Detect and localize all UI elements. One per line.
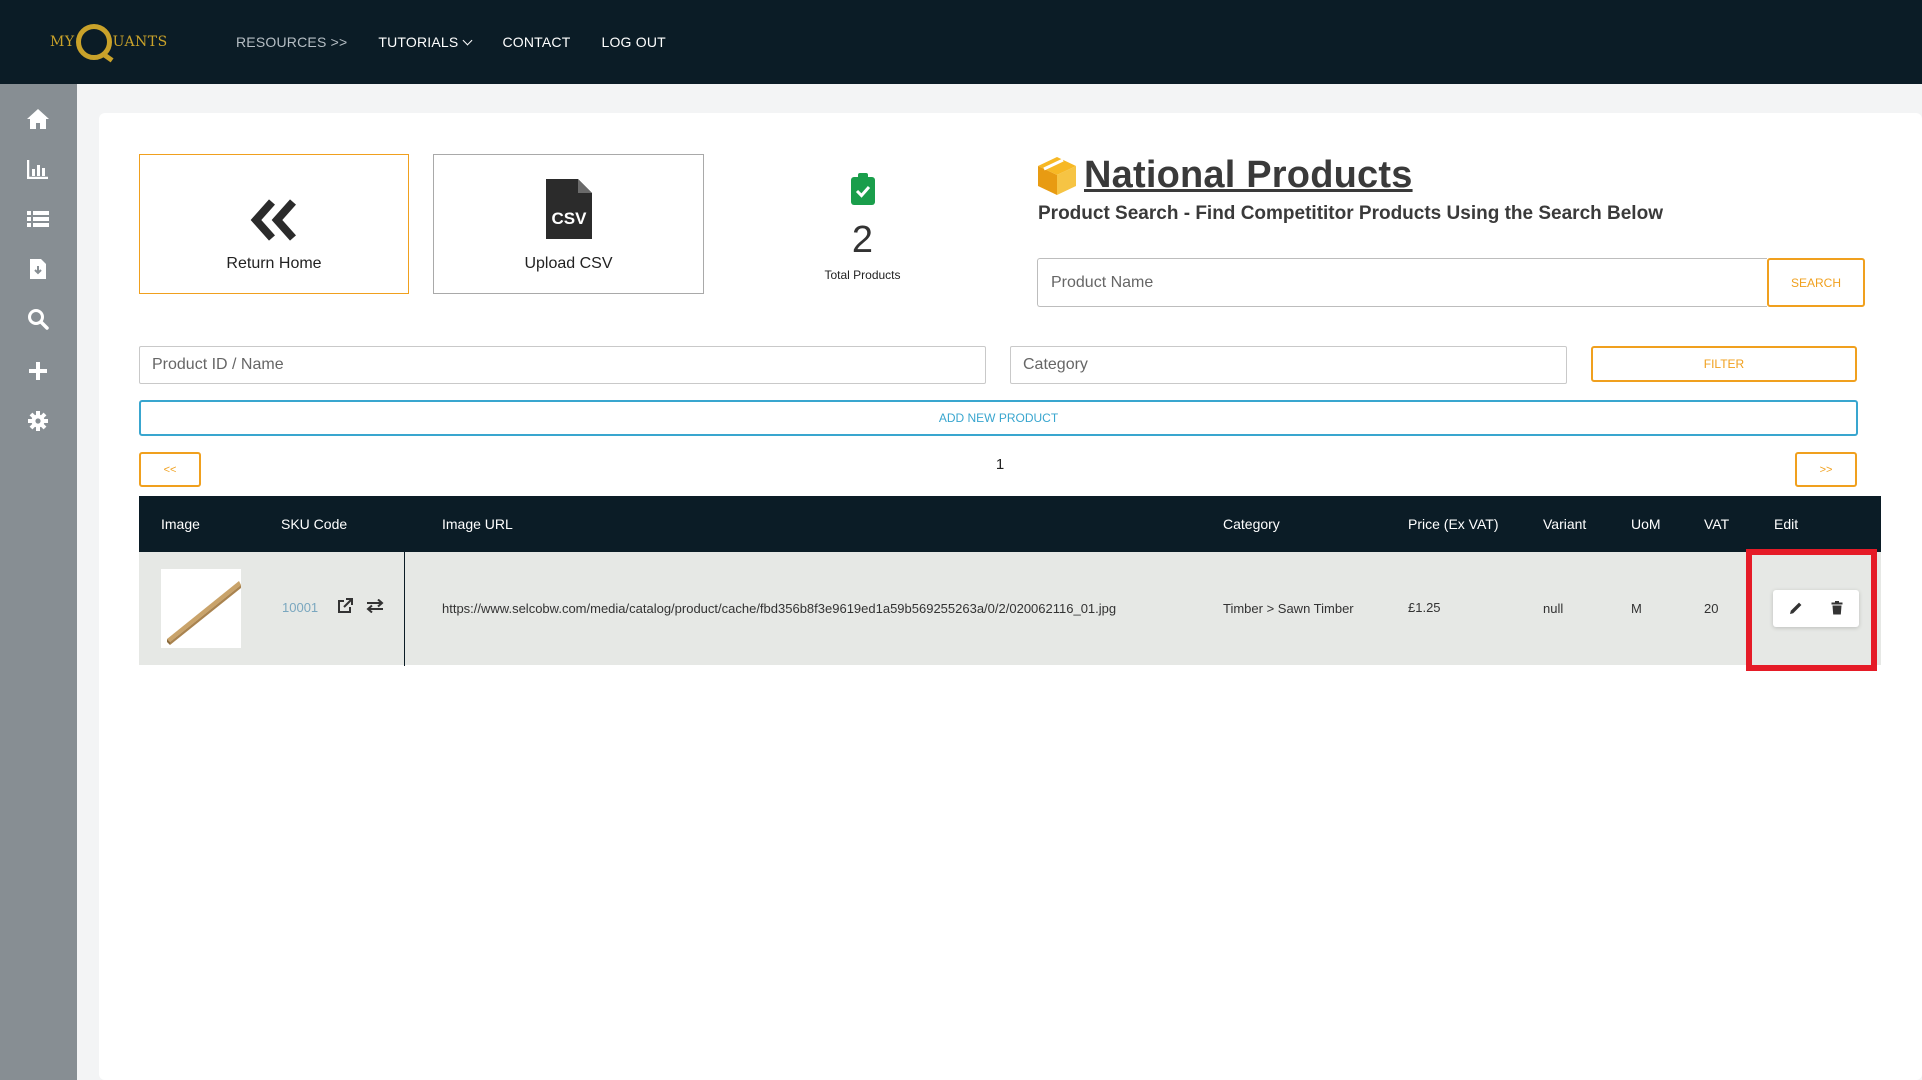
logo-text-left: MY <box>50 34 75 50</box>
column-header-edit: Edit <box>1774 516 1799 532</box>
price-cell: £1.25 <box>1408 600 1441 615</box>
column-header-category: Category <box>1223 516 1280 532</box>
product-thumbnail <box>161 569 241 648</box>
pagination-next-button[interactable]: >> <box>1795 452 1857 487</box>
highlight-box <box>1746 549 1877 671</box>
logo-q-mark <box>75 24 112 60</box>
document-download-icon[interactable] <box>25 256 51 282</box>
page-heading: National Products <box>1036 154 1413 197</box>
column-header-vat: VAT <box>1704 516 1730 532</box>
nav-resources[interactable]: RESOURCES >> <box>236 34 347 50</box>
product-name-search-input[interactable] <box>1037 258 1767 307</box>
category-cell: Timber > Sawn Timber <box>1223 601 1354 616</box>
column-header-price: Price (Ex VAT) <box>1408 516 1499 532</box>
add-new-product-button[interactable]: ADD NEW PRODUCT <box>139 400 1858 436</box>
vat-cell: 20 <box>1704 601 1719 616</box>
products-table-header: Image SKU Code Image URL Category Price … <box>139 496 1881 552</box>
main-nav: RESOURCES >> TUTORIALS CONTACT LOG OUT <box>236 0 666 84</box>
variant-cell: null <box>1543 601 1564 616</box>
myquants-logo[interactable]: MY UANTS <box>50 24 168 60</box>
column-header-variant: Variant <box>1543 516 1587 532</box>
nav-contact[interactable]: CONTACT <box>502 34 570 50</box>
csv-file-icon: CSV <box>545 179 592 239</box>
bar-chart-icon[interactable] <box>25 156 51 182</box>
upload-csv-tile[interactable]: CSV Upload CSV <box>433 154 704 294</box>
csv-badge-text: CSV <box>551 209 587 228</box>
swap-arrows-icon[interactable] <box>366 598 384 616</box>
search-icon[interactable] <box>25 306 51 332</box>
category-filter-input[interactable] <box>1010 346 1567 384</box>
upload-csv-label: Upload CSV <box>524 255 613 272</box>
total-products-stat: 2 Total Products <box>780 172 945 282</box>
clipboard-check-icon <box>850 173 875 205</box>
home-icon[interactable] <box>25 106 51 132</box>
column-header-image: Image <box>161 516 200 532</box>
product-id-filter-input[interactable] <box>139 346 986 384</box>
gear-icon[interactable] <box>25 408 51 434</box>
total-products-count: 2 <box>851 219 874 261</box>
column-header-sku: SKU Code <box>281 516 348 532</box>
page-title: National Products <box>1084 154 1413 196</box>
external-link-icon[interactable] <box>337 598 353 617</box>
return-home-label: Return Home <box>226 255 322 272</box>
page-subtitle: Product Search - Find Competititor Produ… <box>1038 203 1663 224</box>
column-header-uom: UoM <box>1631 516 1661 532</box>
logo-text-right: UANTS <box>112 34 168 50</box>
return-home-tile[interactable]: Return Home <box>139 154 409 294</box>
search-button[interactable]: SEARCH <box>1767 258 1865 307</box>
plus-icon[interactable] <box>25 358 51 384</box>
pagination-prev-button[interactable]: << <box>139 452 201 487</box>
column-divider <box>404 496 405 666</box>
chevron-down-icon <box>463 35 473 46</box>
box-icon <box>1038 156 1076 195</box>
top-navbar: MY UANTS RESOURCES >> TUTORIALS CONTACT … <box>0 0 1922 84</box>
nav-tutorials-label: TUTORIALS <box>378 34 459 50</box>
nav-logout[interactable]: LOG OUT <box>601 34 665 50</box>
current-page-number: 1 <box>995 456 1005 473</box>
total-products-label: Total Products <box>824 268 901 282</box>
nav-tutorials[interactable]: TUTORIALS <box>378 34 473 50</box>
sidebar <box>0 84 77 1080</box>
uom-cell: M <box>1631 601 1642 616</box>
list-icon[interactable] <box>25 206 51 232</box>
sku-link[interactable]: 10001 <box>282 600 318 615</box>
double-chevron-left-icon <box>250 199 296 241</box>
column-header-image-url: Image URL <box>442 516 513 532</box>
filter-button[interactable]: FILTER <box>1591 346 1857 382</box>
image-url-cell: https://www.selcobw.com/media/catalog/pr… <box>442 601 1117 616</box>
